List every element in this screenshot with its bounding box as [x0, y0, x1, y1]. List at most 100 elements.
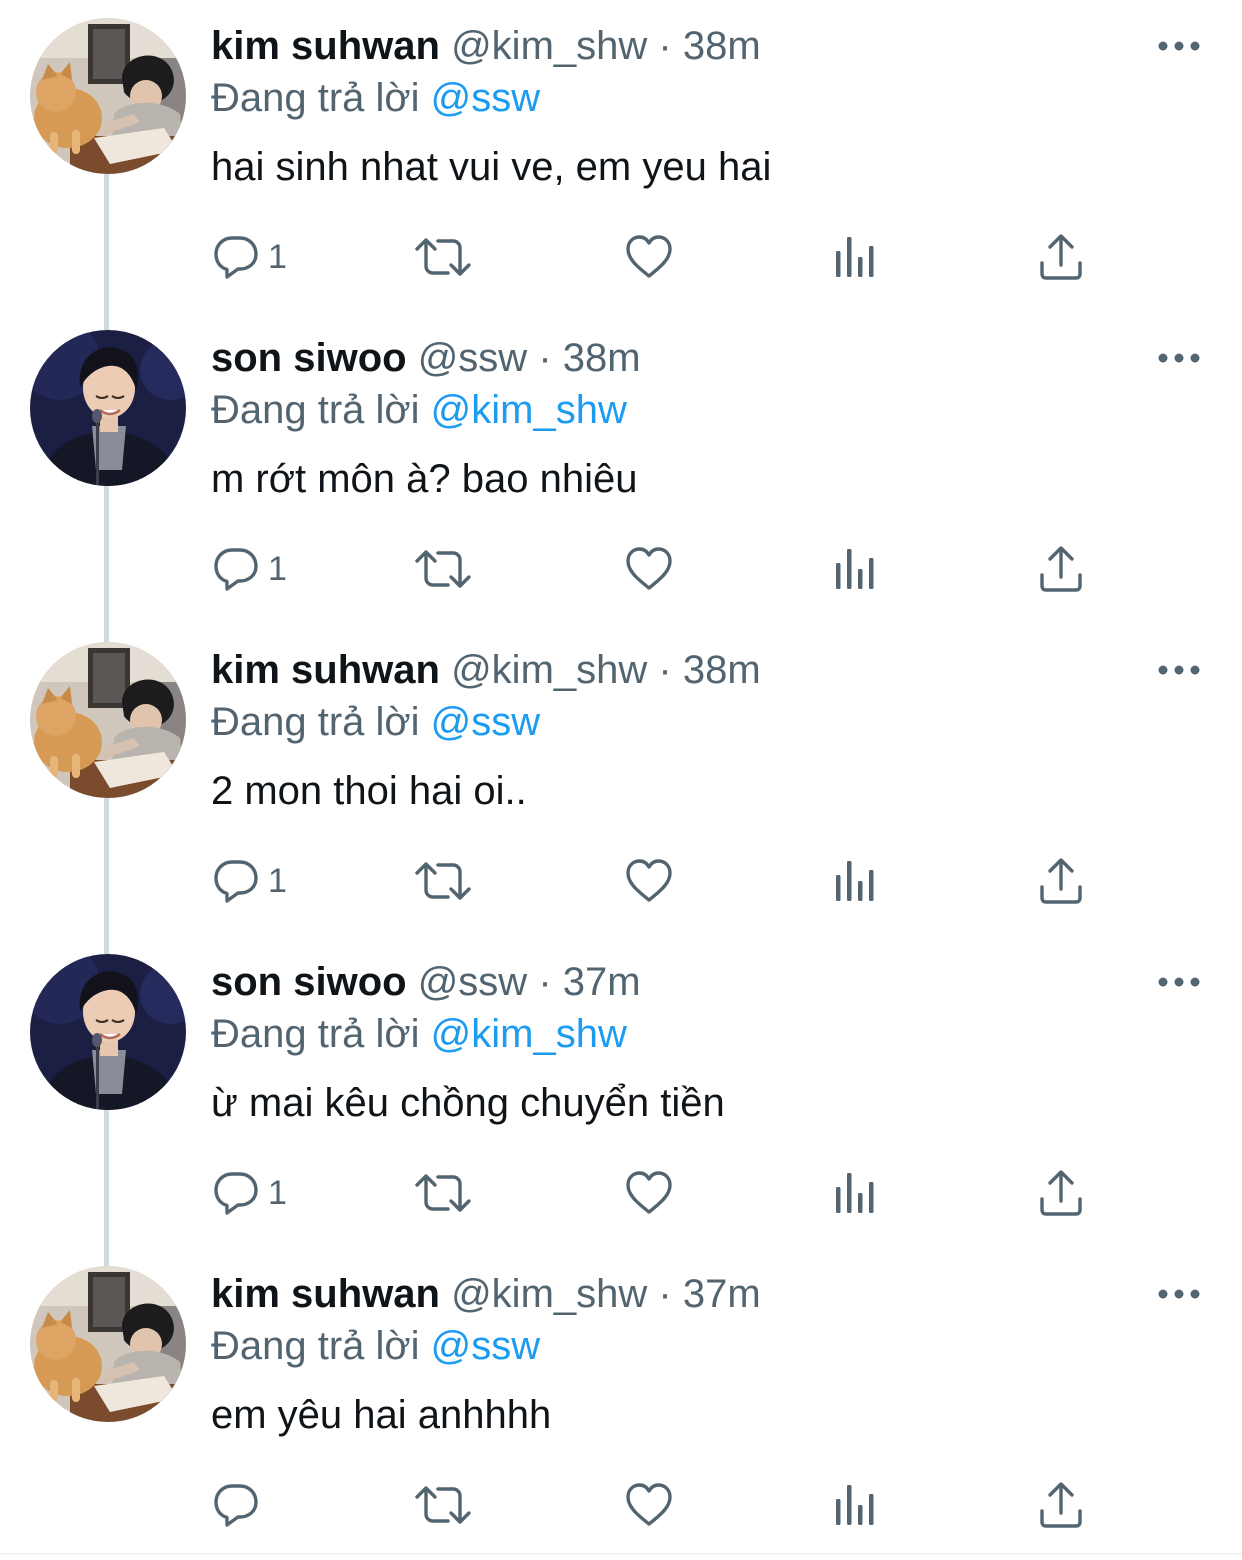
reply-count: 1	[268, 550, 287, 588]
username[interactable]: @kim_shw	[451, 24, 647, 68]
tweet-actions: 1	[0, 212, 1242, 302]
reply-count: 1	[268, 238, 287, 276]
like-button[interactable]	[625, 212, 673, 302]
retweet-button[interactable]	[414, 1148, 472, 1238]
reply-mention-link[interactable]: @ssw	[431, 76, 541, 120]
avatar-man-mic[interactable]	[30, 954, 186, 1110]
separator-dot: ·	[538, 336, 552, 380]
tweet[interactable]: kim suhwan @kim_shw · 37m Đang trả lời @…	[0, 1248, 1242, 1560]
reply-button[interactable]: 1	[212, 1148, 287, 1238]
reply-button[interactable]: 1	[212, 524, 287, 614]
views-button[interactable]	[834, 1148, 878, 1238]
reply-icon	[214, 1172, 258, 1215]
replying-to: Đang trả lời @ssw	[211, 698, 540, 746]
tweet-text: hai sinh nhat vui ve, em yeu hai	[211, 145, 772, 189]
reply-icon	[214, 860, 258, 903]
reply-mention-link[interactable]: @kim_shw	[431, 1012, 627, 1056]
like-button[interactable]	[625, 1460, 673, 1550]
replying-to-label: Đang trả lời	[211, 700, 420, 744]
replying-to: Đang trả lời @ssw	[211, 1322, 540, 1370]
share-button[interactable]	[1038, 1460, 1084, 1550]
reply-mention-link[interactable]: @ssw	[431, 700, 541, 744]
views-button[interactable]	[834, 836, 878, 926]
separator-dot: ·	[658, 648, 672, 692]
heart-icon	[626, 1483, 672, 1526]
more-icon[interactable]	[1156, 34, 1202, 58]
timestamp[interactable]: 37m	[563, 960, 641, 1004]
separator-dot: ·	[658, 24, 672, 68]
views-button[interactable]	[834, 1460, 878, 1550]
reply-button[interactable]	[212, 1460, 268, 1550]
tweet[interactable]: kim suhwan @kim_shw · 38m Đang trả lời @…	[0, 624, 1242, 954]
tweet-actions: 1	[0, 524, 1242, 614]
avatar-cat-desk[interactable]	[30, 642, 186, 798]
views-button[interactable]	[834, 524, 878, 614]
timestamp[interactable]: 38m	[563, 336, 641, 380]
tweet-actions	[0, 1460, 1242, 1550]
reply-count: 1	[268, 1174, 287, 1212]
tweet-header: kim suhwan @kim_shw · 37m	[211, 1270, 761, 1318]
retweet-button[interactable]	[414, 524, 472, 614]
retweet-icon	[415, 238, 471, 276]
separator-dot: ·	[538, 960, 552, 1004]
timestamp[interactable]: 38m	[683, 648, 761, 692]
more-icon[interactable]	[1156, 1282, 1202, 1306]
display-name[interactable]: kim suhwan	[211, 648, 440, 692]
like-button[interactable]	[625, 524, 673, 614]
username[interactable]: @kim_shw	[451, 1272, 647, 1316]
reply-button[interactable]: 1	[212, 836, 287, 926]
reply-icon	[214, 1484, 258, 1527]
retweet-button[interactable]	[414, 1460, 472, 1550]
retweet-button[interactable]	[414, 212, 472, 302]
divider	[0, 1553, 1242, 1555]
username[interactable]: @kim_shw	[451, 648, 647, 692]
display-name[interactable]: son siwoo	[211, 336, 407, 380]
replying-to: Đang trả lời @kim_shw	[211, 386, 627, 434]
like-button[interactable]	[625, 1148, 673, 1238]
replying-to: Đang trả lời @kim_shw	[211, 1010, 627, 1058]
tweet-actions: 1	[0, 836, 1242, 926]
timestamp[interactable]: 37m	[683, 1272, 761, 1316]
display-name[interactable]: son siwoo	[211, 960, 407, 1004]
share-button[interactable]	[1038, 524, 1084, 614]
username[interactable]: @ssw	[418, 960, 528, 1004]
tweet[interactable]: son siwoo @ssw · 37m Đang trả lời @kim_s…	[0, 936, 1242, 1266]
views-button[interactable]	[834, 212, 878, 302]
reply-thread: kim suhwan @kim_shw · 38m Đang trả lời @…	[0, 0, 1242, 1559]
reply-mention-link[interactable]: @ssw	[431, 1324, 541, 1368]
reply-icon	[214, 548, 258, 591]
username[interactable]: @ssw	[418, 336, 528, 380]
analytics-icon	[836, 237, 874, 277]
separator-dot: ·	[658, 1272, 672, 1316]
share-icon	[1040, 234, 1082, 280]
tweet-text: 2 mon thoi hai oi..	[211, 769, 527, 813]
display-name[interactable]: kim suhwan	[211, 1272, 440, 1316]
like-button[interactable]	[625, 836, 673, 926]
tweet-text: ừ mai kêu chồng chuyển tiền	[211, 1081, 725, 1125]
avatar-cat-desk[interactable]	[30, 1266, 186, 1422]
more-icon[interactable]	[1156, 970, 1202, 994]
tweet[interactable]: son siwoo @ssw · 38m Đang trả lời @kim_s…	[0, 312, 1242, 642]
reply-mention-link[interactable]: @kim_shw	[431, 388, 627, 432]
share-icon	[1040, 1170, 1082, 1216]
share-icon	[1040, 858, 1082, 904]
share-button[interactable]	[1038, 836, 1084, 926]
display-name[interactable]: kim suhwan	[211, 24, 440, 68]
analytics-icon	[836, 549, 874, 589]
analytics-icon	[836, 861, 874, 901]
tweet[interactable]: kim suhwan @kim_shw · 38m Đang trả lời @…	[0, 0, 1242, 330]
more-icon[interactable]	[1156, 658, 1202, 682]
reply-icon	[214, 236, 258, 279]
analytics-icon	[836, 1173, 874, 1213]
avatar-man-mic[interactable]	[30, 330, 186, 486]
tweet-actions: 1	[0, 1148, 1242, 1238]
share-button[interactable]	[1038, 1148, 1084, 1238]
share-button[interactable]	[1038, 212, 1084, 302]
analytics-icon	[836, 1485, 874, 1525]
more-icon[interactable]	[1156, 346, 1202, 370]
tweet-header: son siwoo @ssw · 38m	[211, 334, 641, 382]
timestamp[interactable]: 38m	[683, 24, 761, 68]
avatar-cat-desk[interactable]	[30, 18, 186, 174]
reply-button[interactable]: 1	[212, 212, 287, 302]
retweet-button[interactable]	[414, 836, 472, 926]
